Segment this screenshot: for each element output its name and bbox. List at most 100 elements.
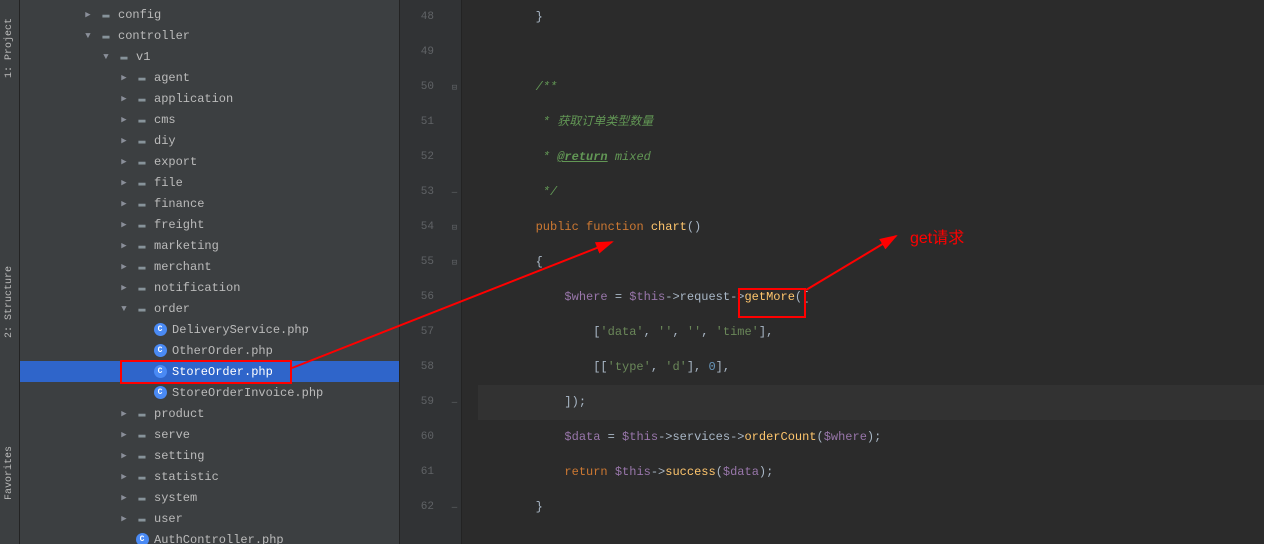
folder-icon: ▬ bbox=[134, 112, 150, 128]
tree-label: controller bbox=[118, 29, 190, 43]
fold-end-icon[interactable]: ─ bbox=[448, 175, 461, 210]
code-line: * 获取订单类型数量 bbox=[478, 105, 1264, 140]
code-line bbox=[478, 35, 1264, 70]
folder-user[interactable]: ▶ ▬ user bbox=[20, 508, 399, 529]
folder-icon: ▬ bbox=[134, 490, 150, 506]
chevron-right-icon: ▶ bbox=[118, 283, 130, 293]
file-auth-controller[interactable]: C AuthController.php bbox=[20, 529, 399, 544]
folder-system[interactable]: ▶ ▬ system bbox=[20, 487, 399, 508]
chevron-right-icon: ▶ bbox=[118, 409, 130, 419]
tree-label: order bbox=[154, 302, 190, 316]
folder-cms[interactable]: ▶ ▬ cms bbox=[20, 109, 399, 130]
folder-setting[interactable]: ▶ ▬ setting bbox=[20, 445, 399, 466]
fold-collapse-icon[interactable]: ⊟ bbox=[448, 245, 461, 280]
folder-icon: ▬ bbox=[134, 91, 150, 107]
line-numbers: 48 49 50 51 52 53 54 55 56 57 58 59 60 6… bbox=[400, 0, 448, 544]
folder-application[interactable]: ▶ ▬ application bbox=[20, 88, 399, 109]
folder-freight[interactable]: ▶ ▬ freight bbox=[20, 214, 399, 235]
folder-product[interactable]: ▶ ▬ product bbox=[20, 403, 399, 424]
project-tree[interactable]: ▶ ▬ config ▼ ▬ controller ▼ ▬ v1 ▶ ▬ age… bbox=[20, 0, 400, 544]
chevron-right-icon: ▶ bbox=[118, 241, 130, 251]
folder-marketing[interactable]: ▶ ▬ marketing bbox=[20, 235, 399, 256]
tree-label: application bbox=[154, 92, 233, 106]
folder-icon: ▬ bbox=[134, 301, 150, 317]
folder-order[interactable]: ▼ ▬ order bbox=[20, 298, 399, 319]
tree-label: AuthController.php bbox=[154, 533, 284, 544]
tree-label: freight bbox=[154, 218, 204, 232]
folder-icon: ▬ bbox=[134, 154, 150, 170]
file-store-order[interactable]: C StoreOrder.php bbox=[20, 361, 399, 382]
tree-label: setting bbox=[154, 449, 204, 463]
file-store-order-invoice[interactable]: C StoreOrderInvoice.php bbox=[20, 382, 399, 403]
code-editor[interactable]: 48 49 50 51 52 53 54 55 56 57 58 59 60 6… bbox=[400, 0, 1264, 544]
chevron-down-icon: ▼ bbox=[82, 31, 94, 41]
folder-icon: ▬ bbox=[98, 7, 114, 23]
folder-icon: ▬ bbox=[116, 49, 132, 65]
chevron-right-icon: ▶ bbox=[118, 94, 130, 104]
folder-serve[interactable]: ▶ ▬ serve bbox=[20, 424, 399, 445]
folder-icon: ▬ bbox=[134, 175, 150, 191]
folder-icon: ▬ bbox=[134, 196, 150, 212]
fold-end-icon[interactable]: ─ bbox=[448, 385, 461, 420]
folder-icon: ▬ bbox=[134, 70, 150, 86]
folder-icon: ▬ bbox=[134, 448, 150, 464]
chevron-right-icon: ▶ bbox=[118, 262, 130, 272]
tool-strip: 1: Project 2: Structure Favorites bbox=[0, 0, 20, 544]
folder-diy[interactable]: ▶ ▬ diy bbox=[20, 130, 399, 151]
code-line: } bbox=[478, 0, 1264, 35]
code-line: $data = $this->services->orderCount($whe… bbox=[478, 420, 1264, 455]
tree-label: v1 bbox=[136, 50, 150, 64]
chevron-right-icon: ▶ bbox=[118, 451, 130, 461]
code-area[interactable]: } /** * 获取订单类型数量 * @return mixed */ publ… bbox=[462, 0, 1264, 544]
file-other-order[interactable]: C OtherOrder.php bbox=[20, 340, 399, 361]
fold-gutter: ⊟ ─ ⊟ ⊟ ─ ─ bbox=[448, 0, 462, 544]
folder-icon: ▬ bbox=[134, 217, 150, 233]
folder-icon: ▬ bbox=[134, 406, 150, 422]
folder-statistic[interactable]: ▶ ▬ statistic bbox=[20, 466, 399, 487]
code-line: $where = $this->request->getMore([ bbox=[478, 280, 1264, 315]
code-line: */ bbox=[478, 175, 1264, 210]
code-line: public function chart() bbox=[478, 210, 1264, 245]
chevron-right-icon: ▶ bbox=[118, 178, 130, 188]
folder-icon: ▬ bbox=[134, 511, 150, 527]
fold-collapse-icon[interactable]: ⊟ bbox=[448, 70, 461, 105]
folder-icon: ▬ bbox=[134, 259, 150, 275]
tree-label: finance bbox=[154, 197, 204, 211]
file-delivery-service[interactable]: C DeliveryService.php bbox=[20, 319, 399, 340]
fold-end-icon[interactable]: ─ bbox=[448, 490, 461, 525]
code-line: ['data', '', '', 'time'], bbox=[478, 315, 1264, 350]
code-line: } bbox=[478, 490, 1264, 525]
folder-v1[interactable]: ▼ ▬ v1 bbox=[20, 46, 399, 67]
tool-tab-project[interactable]: 1: Project bbox=[4, 18, 15, 78]
folder-icon: ▬ bbox=[134, 238, 150, 254]
tool-tab-structure[interactable]: 2: Structure bbox=[4, 266, 15, 338]
code-line: * @return mixed bbox=[478, 140, 1264, 175]
fold-collapse-icon[interactable]: ⊟ bbox=[448, 210, 461, 245]
folder-config[interactable]: ▶ ▬ config bbox=[20, 4, 399, 25]
tree-label: config bbox=[118, 8, 161, 22]
chevron-right-icon: ▶ bbox=[118, 157, 130, 167]
folder-merchant[interactable]: ▶ ▬ merchant bbox=[20, 256, 399, 277]
tree-label: agent bbox=[154, 71, 190, 85]
tree-label: notification bbox=[154, 281, 240, 295]
code-line: ]); bbox=[478, 385, 1264, 420]
folder-icon: ▬ bbox=[98, 28, 114, 44]
folder-icon: ▬ bbox=[134, 427, 150, 443]
tree-label: product bbox=[154, 407, 204, 421]
code-line: return $this->success($data); bbox=[478, 455, 1264, 490]
tree-label: DeliveryService.php bbox=[172, 323, 309, 337]
tree-label: export bbox=[154, 155, 197, 169]
chevron-right-icon: ▶ bbox=[118, 472, 130, 482]
folder-icon: ▬ bbox=[134, 280, 150, 296]
php-class-icon: C bbox=[152, 385, 168, 401]
tree-label: cms bbox=[154, 113, 176, 127]
tree-label: diy bbox=[154, 134, 176, 148]
folder-notification[interactable]: ▶ ▬ notification bbox=[20, 277, 399, 298]
folder-finance[interactable]: ▶ ▬ finance bbox=[20, 193, 399, 214]
folder-export[interactable]: ▶ ▬ export bbox=[20, 151, 399, 172]
folder-controller[interactable]: ▼ ▬ controller bbox=[20, 25, 399, 46]
folder-file[interactable]: ▶ ▬ file bbox=[20, 172, 399, 193]
folder-agent[interactable]: ▶ ▬ agent bbox=[20, 67, 399, 88]
tool-tab-favorites[interactable]: Favorites bbox=[4, 446, 15, 500]
tree-label: StoreOrder.php bbox=[172, 365, 273, 379]
